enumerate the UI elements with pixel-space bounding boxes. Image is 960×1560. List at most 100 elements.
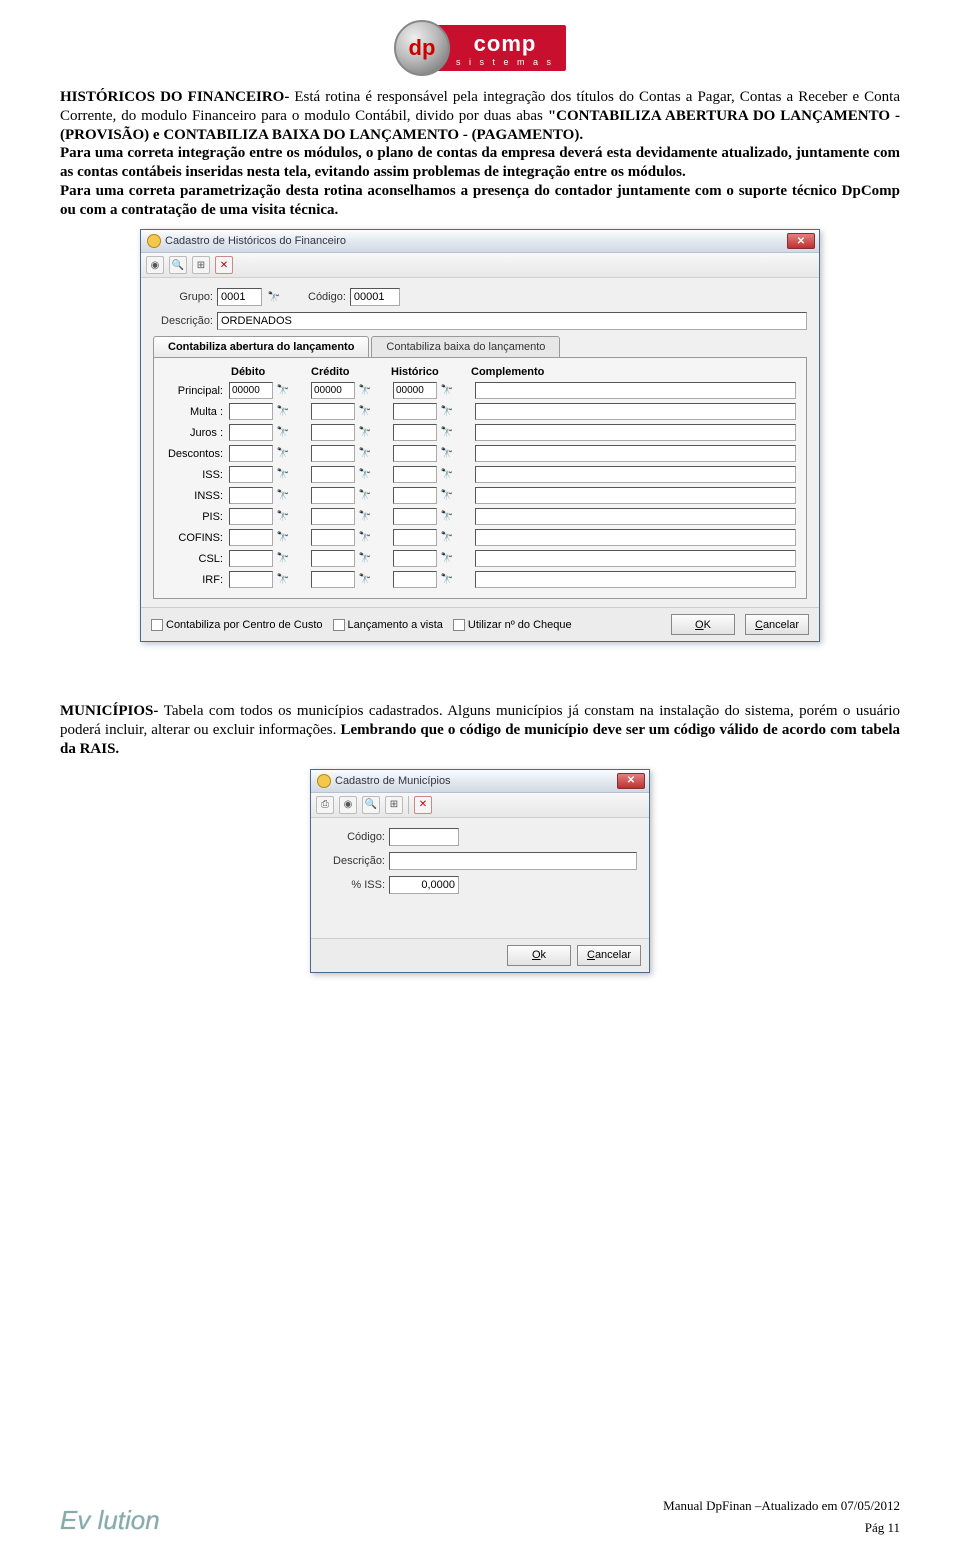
logo-comp: comp s i s t e m a s [432, 25, 566, 71]
credito-input[interactable] [311, 550, 355, 567]
toolbar-btn-1[interactable]: ◉ [146, 256, 164, 274]
credito-input[interactable] [311, 382, 355, 399]
row-label: Juros : [164, 427, 227, 439]
binoculars-icon[interactable]: 🔭 [275, 404, 291, 420]
binoculars-icon[interactable]: 🔭 [439, 404, 455, 420]
historico-input[interactable] [393, 529, 437, 546]
debito-input[interactable] [229, 529, 273, 546]
binoculars-icon[interactable]: 🔭 [275, 446, 291, 462]
codigo-input[interactable] [350, 288, 400, 306]
historico-input[interactable] [393, 445, 437, 462]
binoculars-icon[interactable]: 🔭 [357, 488, 373, 504]
binoculars-icon[interactable]: 🔭 [357, 509, 373, 525]
binoculars-icon[interactable]: 🔭 [357, 551, 373, 567]
complemento-input[interactable] [475, 571, 796, 588]
historico-input[interactable] [393, 508, 437, 525]
complemento-input[interactable] [475, 445, 796, 462]
credito-input[interactable] [311, 445, 355, 462]
credito-input[interactable] [311, 466, 355, 483]
toolbar-delete-icon[interactable]: ✕ [414, 796, 432, 814]
binoculars-icon[interactable]: 🔭 [439, 467, 455, 483]
complemento-input[interactable] [475, 466, 796, 483]
close-icon[interactable]: ✕ [617, 773, 645, 789]
grupo-input[interactable] [217, 288, 262, 306]
toolbar-btn-3[interactable]: 🔍 [362, 796, 380, 814]
binoculars-icon[interactable]: 🔭 [439, 572, 455, 588]
cancel-button[interactable]: Cancelar [745, 614, 809, 635]
historico-input[interactable] [393, 466, 437, 483]
toolbar-delete-icon[interactable]: ✕ [215, 256, 233, 274]
credito-input[interactable] [311, 424, 355, 441]
iss-input[interactable] [389, 876, 459, 894]
chk-lancamento-vista[interactable]: Lançamento a vista [333, 619, 443, 631]
historico-input[interactable] [393, 550, 437, 567]
binoculars-icon[interactable]: 🔭 [357, 425, 373, 441]
tab-abertura[interactable]: Contabiliza abertura do lançamento [153, 336, 369, 357]
complemento-input[interactable] [475, 529, 796, 546]
binoculars-icon[interactable]: 🔭 [275, 509, 291, 525]
binoculars-icon[interactable]: 🔭 [357, 383, 373, 399]
binoculars-icon[interactable]: 🔭 [439, 551, 455, 567]
binoculars-icon[interactable]: 🔭 [275, 383, 291, 399]
binoculars-icon[interactable]: 🔭 [275, 488, 291, 504]
grid-row: Multa :🔭🔭🔭 [164, 403, 796, 420]
close-icon[interactable]: ✕ [787, 233, 815, 249]
binoculars-icon[interactable]: 🔭 [357, 467, 373, 483]
credito-input[interactable] [311, 508, 355, 525]
complemento-input[interactable] [475, 550, 796, 567]
binoculars-icon[interactable]: 🔭 [357, 404, 373, 420]
toolbar-btn-2[interactable]: 🔍 [169, 256, 187, 274]
binoculars-icon[interactable]: 🔭 [439, 446, 455, 462]
historico-input[interactable] [393, 424, 437, 441]
binoculars-icon[interactable]: 🔭 [275, 425, 291, 441]
historico-input[interactable] [393, 382, 437, 399]
debito-input[interactable] [229, 403, 273, 420]
ok-button[interactable]: OK [671, 614, 735, 635]
binoculars-icon[interactable]: 🔭 [357, 572, 373, 588]
complemento-input[interactable] [475, 382, 796, 399]
complemento-input[interactable] [475, 508, 796, 525]
binoculars-icon[interactable]: 🔭 [275, 530, 291, 546]
complemento-input[interactable] [475, 424, 796, 441]
binoculars-icon[interactable]: 🔭 [357, 446, 373, 462]
binoculars-icon[interactable]: 🔭 [275, 551, 291, 567]
debito-input[interactable] [229, 424, 273, 441]
tab-baixa[interactable]: Contabiliza baixa do lançamento [371, 336, 560, 357]
toolbar-btn-4[interactable]: ⊞ [385, 796, 403, 814]
historico-input[interactable] [393, 487, 437, 504]
cancel-button[interactable]: Cancelar [577, 945, 641, 966]
credito-input[interactable] [311, 403, 355, 420]
historico-input[interactable] [393, 571, 437, 588]
toolbar-btn-2[interactable]: ◉ [339, 796, 357, 814]
credito-input[interactable] [311, 487, 355, 504]
toolbar-btn-1[interactable]: ⎙ [316, 796, 334, 814]
binoculars-icon[interactable]: 🔭 [439, 509, 455, 525]
debito-input[interactable] [229, 550, 273, 567]
debito-input[interactable] [229, 487, 273, 504]
complemento-input[interactable] [475, 487, 796, 504]
binoculars-icon[interactable]: 🔭 [266, 289, 282, 305]
debito-input[interactable] [229, 508, 273, 525]
codigo-input[interactable] [389, 828, 459, 846]
ok-button[interactable]: Ok [507, 945, 571, 966]
toolbar-btn-3[interactable]: ⊞ [192, 256, 210, 274]
chk-centro-custo[interactable]: Contabiliza por Centro de Custo [151, 619, 323, 631]
descricao-input[interactable] [217, 312, 807, 330]
binoculars-icon[interactable]: 🔭 [275, 467, 291, 483]
debito-input[interactable] [229, 382, 273, 399]
binoculars-icon[interactable]: 🔭 [275, 572, 291, 588]
binoculars-icon[interactable]: 🔭 [439, 425, 455, 441]
credito-input[interactable] [311, 529, 355, 546]
complemento-input[interactable] [475, 403, 796, 420]
chk-utilizar-cheque[interactable]: Utilizar nº do Cheque [453, 619, 572, 631]
debito-input[interactable] [229, 571, 273, 588]
binoculars-icon[interactable]: 🔭 [439, 488, 455, 504]
debito-input[interactable] [229, 466, 273, 483]
binoculars-icon[interactable]: 🔭 [439, 530, 455, 546]
binoculars-icon[interactable]: 🔭 [357, 530, 373, 546]
debito-input[interactable] [229, 445, 273, 462]
historico-input[interactable] [393, 403, 437, 420]
binoculars-icon[interactable]: 🔭 [439, 383, 455, 399]
credito-input[interactable] [311, 571, 355, 588]
descricao-input[interactable] [389, 852, 637, 870]
